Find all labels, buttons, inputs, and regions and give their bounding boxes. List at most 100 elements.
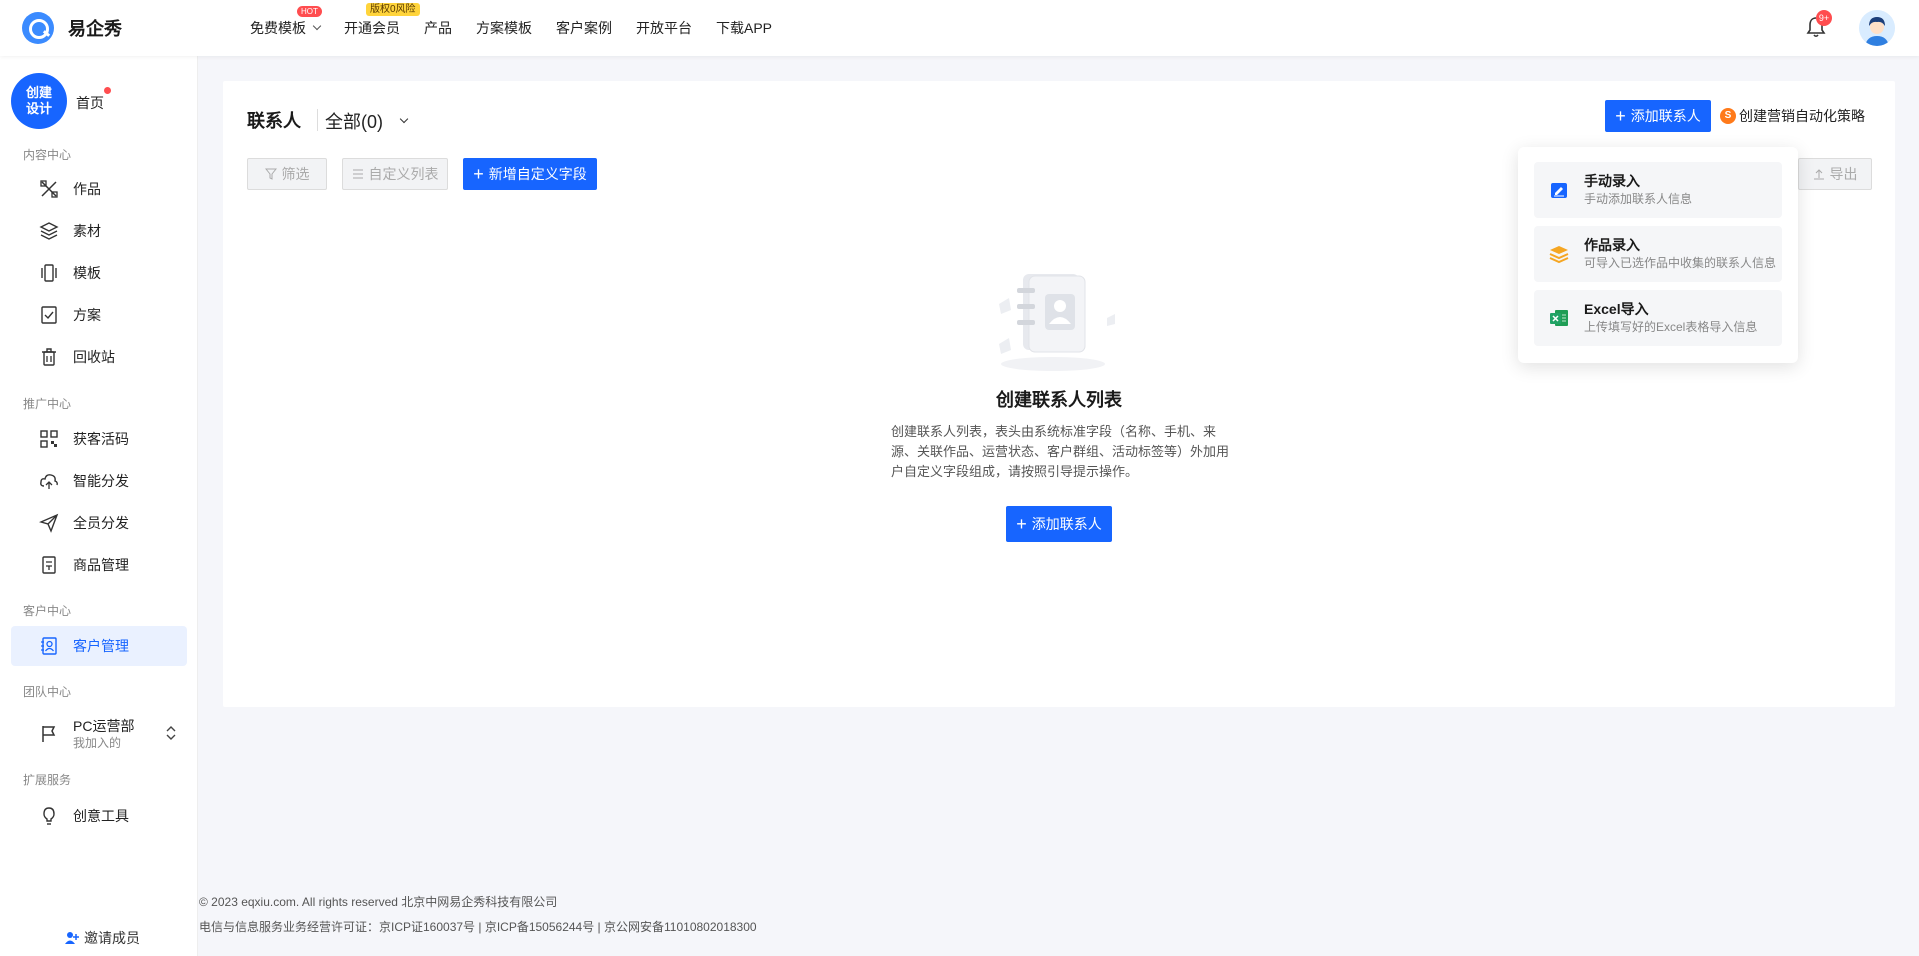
dropdown-item-works[interactable]: 作品录入 可导入已选作品中收集的联系人信息 [1534,226,1782,282]
dropdown-item-text: 手动录入 手动添加联系人信息 [1584,172,1692,208]
sidebar-item-staff-distribution[interactable]: 全员分发 [11,503,187,543]
export-button[interactable]: 导出 [1798,158,1872,190]
empty-contacts-illustration [999,274,1115,371]
template-icon [41,264,57,282]
sidebar-item-recycle-bin[interactable]: 回收站 [11,337,187,377]
nav-cases[interactable]: 客户案例 [556,18,612,38]
nav-products[interactable]: 产品 [424,18,452,38]
sidebar-item-label: 模板 [73,265,101,281]
create-design-button[interactable]: 创建 设计 [11,73,67,129]
dropdown-item-sub: 可导入已选作品中收集的联系人信息 [1584,256,1777,270]
tools-icon [40,180,58,198]
expand-toggle-icon[interactable] [165,724,177,742]
dropdown-item-sub: 上传填写好的Excel表格导入信息 [1584,320,1758,334]
section-title-team: 团队中心 [23,685,72,699]
footer-license: 电信与信息服务业务经营许可证：京ICP证160037号 | 京ICP备15056… [199,920,757,934]
export-label: 导出 [1829,166,1858,182]
dropdown-item-title: Excel导入 [1584,301,1649,317]
sidebar-item-label: 获客活码 [73,431,129,447]
home-red-dot [104,87,111,94]
nav-solution-templates[interactable]: 方案模板 [476,18,532,38]
add-contact-button[interactable]: + 添加联系人 [1605,100,1711,132]
team-switcher[interactable]: PC运营部 我加入的 [11,712,187,756]
dropdown-item-manual[interactable]: 手动录入 手动添加联系人信息 [1534,162,1782,218]
empty-state-title: 创建联系人列表 [996,390,1122,410]
invite-member-button[interactable]: 邀请成员 [64,928,140,948]
bulb-icon [43,807,55,825]
hot-badge: HOT [297,6,322,17]
nav-label: 产品 [424,20,452,36]
team-sub: 我加入的 [73,736,122,750]
empty-add-contact-label: 添加联系人 [1031,516,1102,532]
sidebar-item-label: 商品管理 [73,557,129,573]
sidebar-item-smart-distribution[interactable]: 智能分发 [11,461,187,501]
plus-icon: + [473,164,484,184]
dropdown-item-text: Excel导入 上传填写好的Excel表格导入信息 [1584,300,1757,336]
footer-copyright: © 2023 eqxiu.com. All rights reserved 北京… [199,895,558,909]
section-title-customer: 客户中心 [23,604,72,618]
section-title-extension: 扩展服务 [23,773,72,787]
sidebar-item-templates[interactable]: 模板 [11,253,187,293]
top-header: 易企秀 免费模板 HOT 开通会员 版权0风险 产品 方案模板 客户案例 开放平… [0,0,1919,56]
nav-membership[interactable]: 开通会员 版权0风险 [344,3,420,38]
scope-label: 全部(0) [325,112,383,132]
dropdown-item-excel[interactable]: Excel导入 上传填写好的Excel表格导入信息 [1534,290,1782,346]
empty-add-contact-button[interactable]: + 添加联系人 [1006,506,1112,542]
title-divider [317,109,318,131]
add-field-label: 新增自定义字段 [488,166,587,182]
sidebar-item-solutions[interactable]: 方案 [11,295,187,335]
notification-badge: 9+ [1816,10,1832,26]
add-user-icon [65,932,79,944]
layers-icon [39,222,59,240]
logo-icon [22,12,54,44]
create-label-line2: 设计 [25,101,52,116]
sidebar-item-customer-management[interactable]: 客户管理 [11,626,187,666]
trash-icon [42,348,56,366]
page-title: 联系人 [247,111,301,131]
nav-label: 客户案例 [556,20,612,36]
chevron-down-icon [312,21,322,31]
nav-label: 开放平台 [636,20,692,36]
empty-state-description: 创建联系人列表，表头由系统标准字段（名称、手机、来源、关联作品、运营状态、客户群… [891,424,1230,479]
flag-icon [42,726,56,742]
cloud-share-icon [40,474,58,489]
sidebar-item-label: 方案 [73,307,101,323]
nav-download-app[interactable]: 下载APP [716,18,772,38]
sidebar-item-label: 全员分发 [73,515,129,531]
filter-label: 筛选 [281,166,310,182]
dropdown-item-title: 作品录入 [1584,237,1640,253]
invite-label: 邀请成员 [84,930,140,946]
sidebar-item-label: 素材 [73,223,101,239]
section-title-content: 内容中心 [23,148,72,162]
list-icon [352,169,363,179]
sidebar-item-label: 客户管理 [73,638,129,654]
custom-columns-button[interactable]: 自定义列表 [342,158,448,190]
contact-icon [41,637,57,655]
nav-open-platform[interactable]: 开放平台 [636,18,692,38]
sidebar-item-materials[interactable]: 素材 [11,211,187,251]
nav-label: 方案模板 [476,20,532,36]
nav-free-templates[interactable]: 免费模板 HOT [250,6,322,38]
scope-dropdown[interactable]: 全部(0) [325,108,409,134]
sidebar-item-product-management[interactable]: 商品管理 [11,545,187,585]
dropdown-item-sub: 手动添加联系人信息 [1584,192,1693,206]
add-custom-field-button[interactable]: + 新增自定义字段 [463,158,597,190]
layers-stack-icon [1549,246,1569,264]
sidebar-item-home[interactable]: 首页 [76,93,104,113]
section-title-promotion: 推广中心 [23,397,72,411]
sidebar-item-label: 智能分发 [73,473,129,489]
sidebar-item-works[interactable]: 作品 [11,169,187,209]
logo[interactable]: 易企秀 [22,12,122,44]
sidebar-item-label: 回收站 [73,349,115,365]
plus-icon: + [1615,106,1626,126]
sidebar-item-label: 作品 [73,181,101,197]
sidebar-item-lead-qrcode[interactable]: 获客活码 [11,419,187,459]
filter-button[interactable]: 筛选 [247,158,327,190]
create-automation-link[interactable]: S 创建营销自动化策略 [1720,106,1865,126]
nav-label: 开通会员 [344,20,400,36]
avatar[interactable] [1859,10,1895,46]
custom-columns-label: 自定义列表 [368,166,439,182]
excel-icon [1550,310,1568,326]
automation-s-icon: S [1720,108,1736,124]
sidebar-item-creative-tools[interactable]: 创意工具 [11,796,187,836]
